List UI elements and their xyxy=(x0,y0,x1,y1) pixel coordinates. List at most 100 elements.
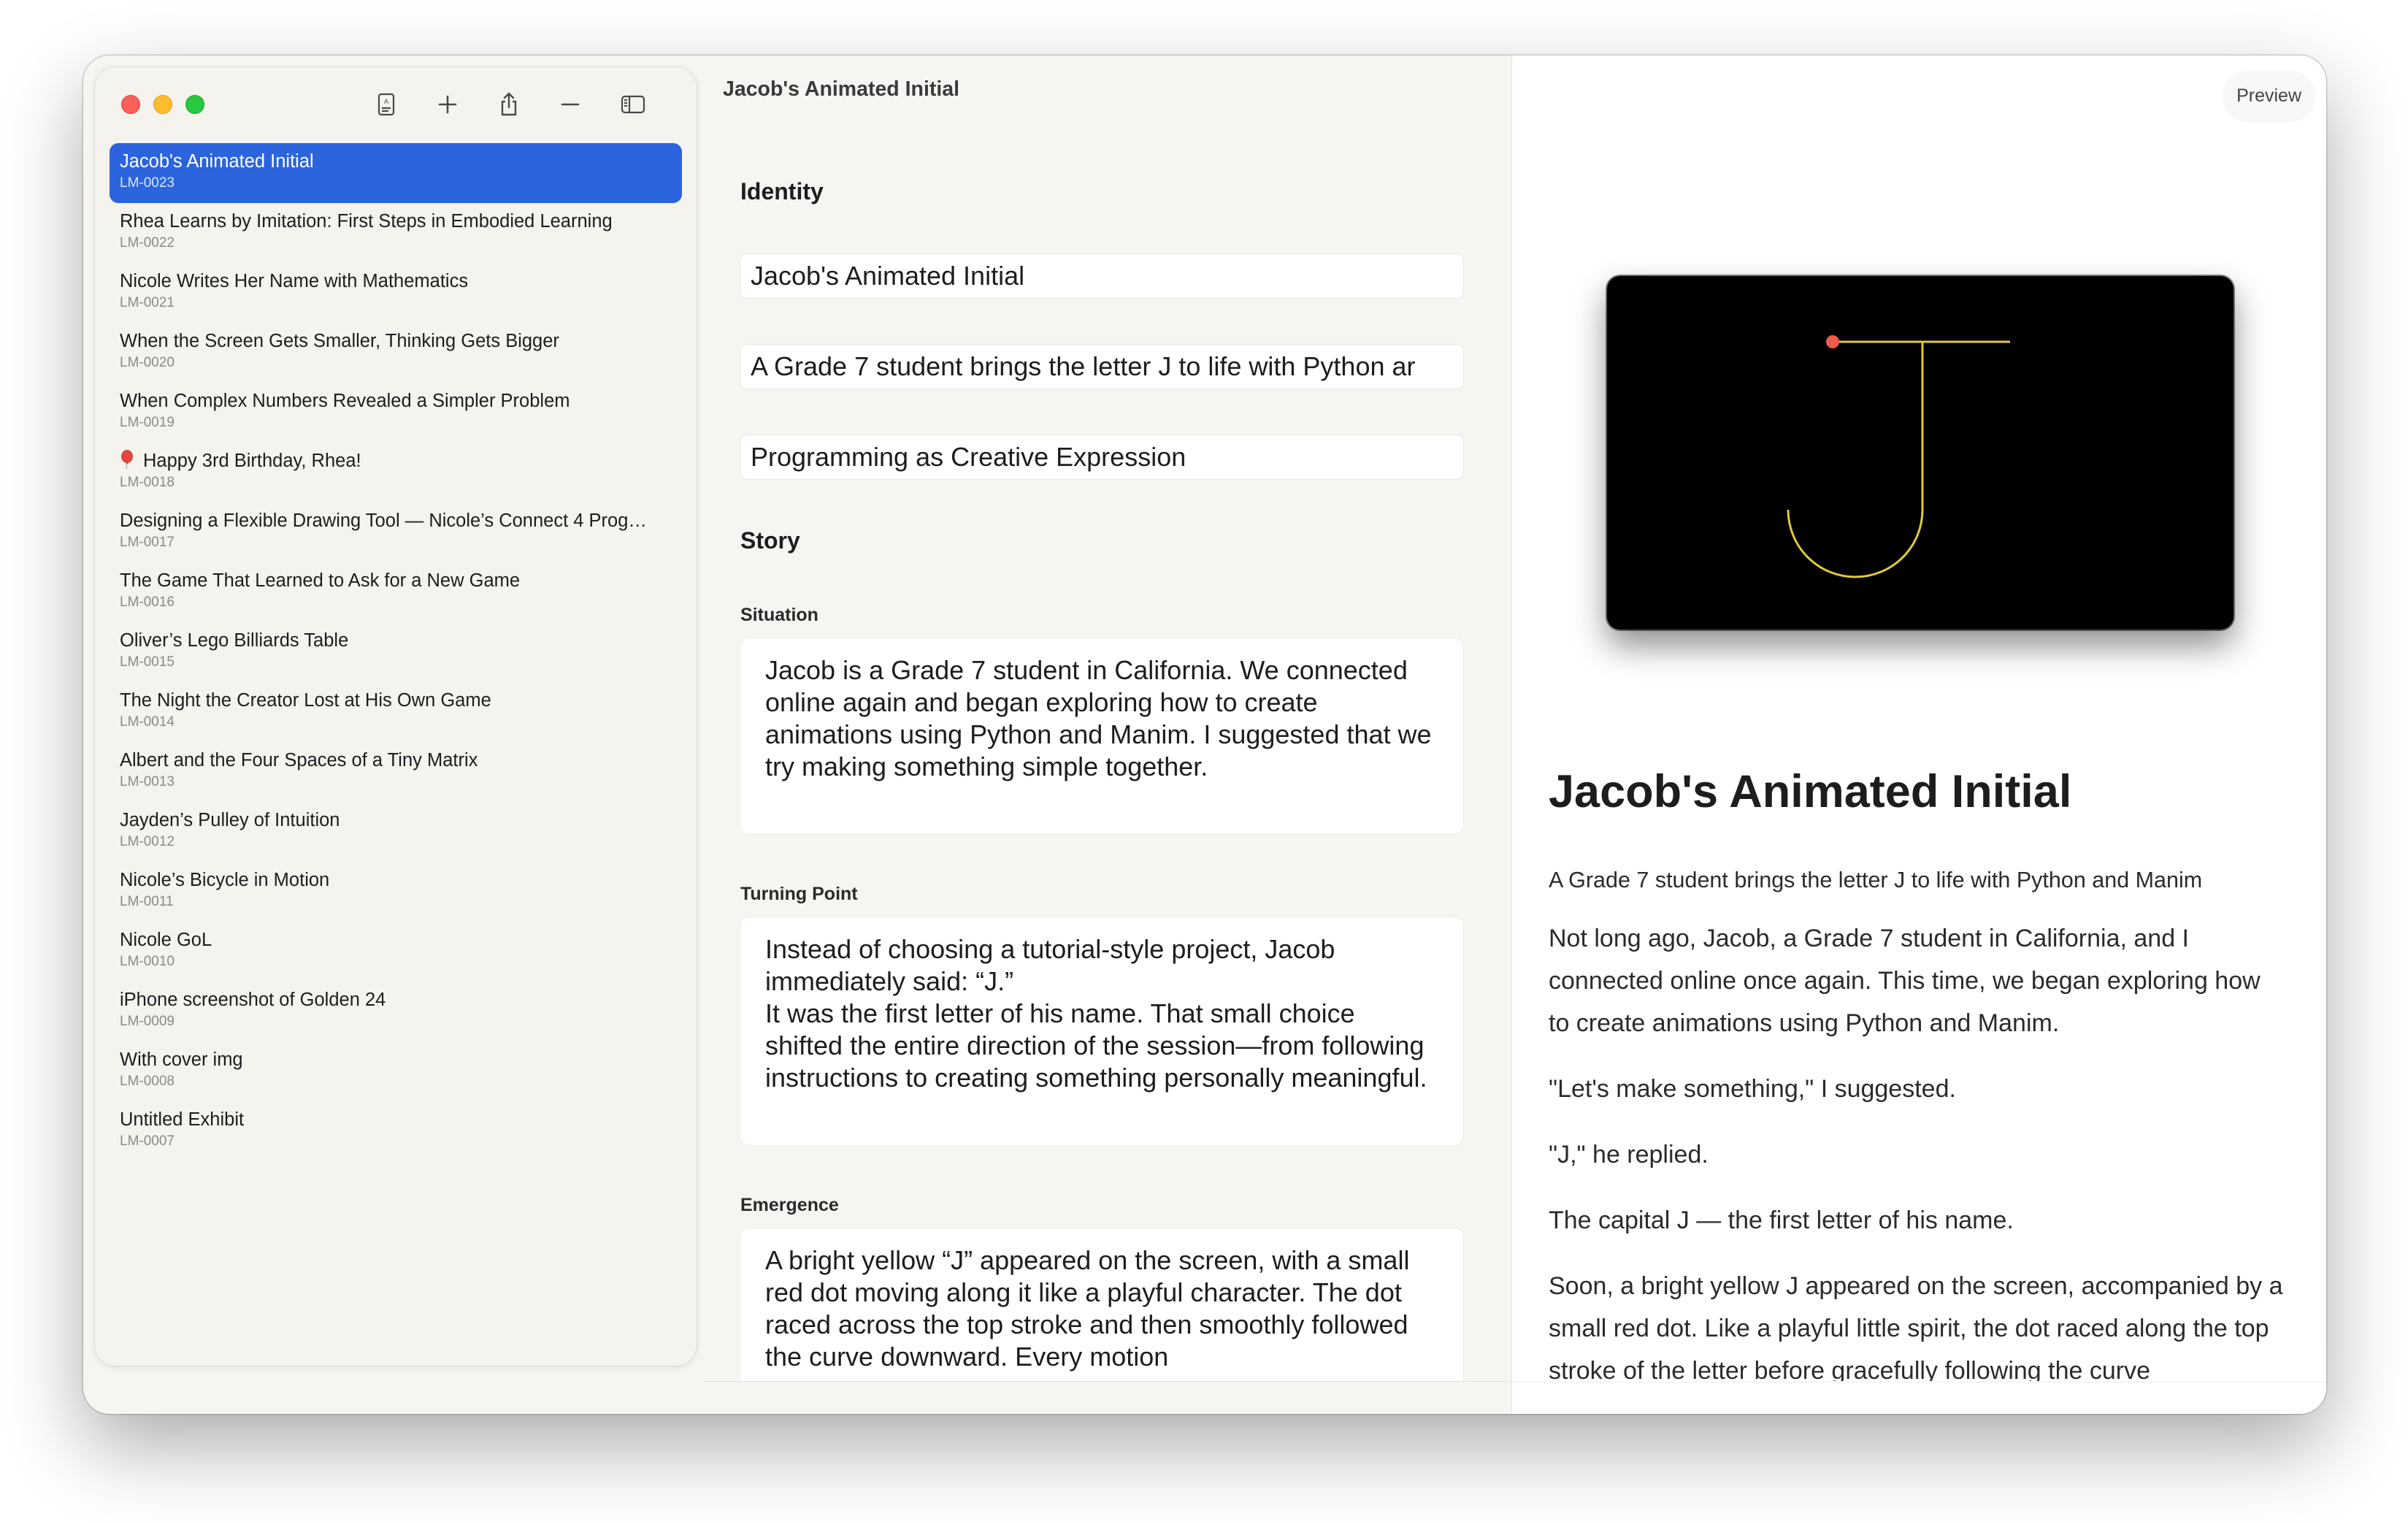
preview-pane: Preview Jacob's Animated Initial A Grade… xyxy=(1511,56,2326,1414)
sidebar-item-label: Oliver’s Lego Billiards Table xyxy=(120,630,349,651)
sidebar-item-label: Nicole Writes Her Name with Mathematics xyxy=(120,271,469,291)
sidebar-toggle-icon[interactable] xyxy=(615,86,651,123)
sidebar-item[interactable]: Untitled Exhibit LM-0007 xyxy=(110,1101,682,1161)
sidebar-item-code: LM-0010 xyxy=(120,954,175,969)
sidebar-item-label: Jayden’s Pulley of Intuition xyxy=(120,810,340,830)
letter-j-stroke xyxy=(1787,340,2010,578)
sidebar-item[interactable]: iPhone screenshot of Golden 24 LM-0009 xyxy=(110,982,682,1041)
sidebar-item[interactable]: When the Screen Gets Smaller, Thinking G… xyxy=(110,323,682,383)
subtitle-field[interactable]: A Grade 7 student brings the letter J to… xyxy=(740,345,1463,389)
situation-label: Situation xyxy=(740,605,818,625)
sidebar: A Jacob's Animated Initial LM-0023 Rhea … xyxy=(95,67,697,1366)
minus-icon[interactable] xyxy=(552,86,588,123)
plus-icon[interactable] xyxy=(429,86,466,123)
sidebar-item[interactable]: With cover img LM-0008 xyxy=(110,1041,682,1101)
turning-point-textarea[interactable]: Instead of choosing a tutorial-style pro… xyxy=(740,917,1463,1145)
sidebar-item-code: LM-0023 xyxy=(120,175,175,191)
theme-field[interactable]: Programming as Creative Expression xyxy=(740,435,1463,479)
sidebar-item-title: When the Screen Gets Smaller, Thinking G… xyxy=(120,329,672,353)
preview-title: Jacob's Animated Initial xyxy=(1549,766,2072,817)
preview-paragraph: The capital J — the first letter of his … xyxy=(1549,1206,2014,1234)
editor-pane: Jacob's Animated Initial Identity Jacob'… xyxy=(704,56,1592,1414)
share-icon[interactable] xyxy=(491,86,527,123)
letter-j-animation xyxy=(1787,335,2010,578)
sidebar-item-label: The Game That Learned to Ask for a New G… xyxy=(120,570,521,591)
sidebar-item-title: Albert and the Four Spaces of a Tiny Mat… xyxy=(120,748,672,773)
identity-heading: Identity xyxy=(740,178,824,204)
sidebar-item-label: iPhone screenshot of Golden 24 xyxy=(120,990,386,1010)
exhibit-list: Jacob's Animated Initial LM-0023 Rhea Lear… xyxy=(110,143,682,1161)
sidebar-item-label: Jacob's Animated Initial xyxy=(120,151,314,172)
sidebar-item-code: LM-0009 xyxy=(120,1014,175,1029)
sidebar-item-code: LM-0015 xyxy=(120,654,175,670)
sidebar-item[interactable]: Jacob's Animated Initial LM-0023 xyxy=(110,143,682,203)
title-field[interactable]: Jacob's Animated Initial xyxy=(740,254,1463,298)
preview-body: Not long ago, Jacob, a Grade 7 student i… xyxy=(1549,917,2286,1381)
situation-textarea[interactable]: Jacob is a Grade 7 student in California… xyxy=(740,638,1463,834)
text-format-icon[interactable]: A xyxy=(368,86,404,123)
sidebar-item[interactable]: Albert and the Four Spaces of a Tiny Mat… xyxy=(110,742,682,802)
sidebar-item-title: Nicole Writes Her Name with Mathematics xyxy=(120,269,672,294)
story-heading: Story xyxy=(740,527,800,554)
minimize-window-button[interactable] xyxy=(153,95,172,114)
sidebar-item-title: Untitled Exhibit xyxy=(120,1107,672,1132)
sidebar-item[interactable]: Rhea Learns by Imitation: First Steps in… xyxy=(110,203,682,263)
preview-paragraph: "Let's make something," I suggested. xyxy=(1549,1075,1956,1103)
sidebar-item[interactable]: Nicole GoL LM-0010 xyxy=(110,922,682,982)
sidebar-item-code: LM-0020 xyxy=(120,355,175,370)
sidebar-item-title: Rhea Learns by Imitation: First Steps in… xyxy=(120,209,672,234)
sidebar-item-code: LM-0018 xyxy=(120,475,175,490)
sidebar-item-title: With cover img xyxy=(120,1047,672,1072)
sidebar-item[interactable]: The Night the Creator Lost at His Own Ga… xyxy=(110,682,682,742)
sidebar-item-title: Oliver’s Lego Billiards Table xyxy=(120,628,672,653)
sidebar-item-label: When Complex Numbers Revealed a Simpler … xyxy=(120,391,570,411)
preview-paragraph: "J," he replied. xyxy=(1549,1141,1709,1169)
sidebar-item-title: The Night the Creator Lost at His Own Ga… xyxy=(120,688,672,713)
sidebar-item-code: LM-0008 xyxy=(120,1074,175,1089)
sidebar-item-title: Happy 3rd Birthday, Rhea! xyxy=(120,448,672,473)
preview-bottom-bar xyxy=(1512,1382,2326,1414)
sidebar-item[interactable]: Happy 3rd Birthday, Rhea! LM-0018 xyxy=(110,443,682,502)
sidebar-item-code: LM-0022 xyxy=(120,235,175,251)
sidebar-item-code: LM-0016 xyxy=(120,594,175,610)
svg-text:A: A xyxy=(384,98,388,105)
sidebar-item-label: Designing a Flexible Drawing Tool — Nico… xyxy=(120,510,647,531)
preview-subtitle: A Grade 7 student brings the letter J to… xyxy=(1549,868,2203,892)
sidebar-item-label: Nicole’s Bicycle in Motion xyxy=(120,870,330,890)
sidebar-item-code: LM-0014 xyxy=(120,714,175,730)
close-window-button[interactable] xyxy=(121,95,140,114)
preview-button[interactable]: Preview xyxy=(2223,72,2315,120)
sidebar-item-label: Rhea Learns by Imitation: First Steps in… xyxy=(120,211,613,232)
sidebar-item-label: Untitled Exhibit xyxy=(120,1109,245,1130)
sidebar-item-label: Albert and the Four Spaces of a Tiny Mat… xyxy=(120,750,478,770)
editor-title: Jacob's Animated Initial xyxy=(723,77,960,101)
sidebar-item-label: Nicole GoL xyxy=(120,930,212,950)
sidebar-item[interactable]: Jayden’s Pulley of Intuition LM-0012 xyxy=(110,802,682,862)
preview-paragraph: Soon, a bright yellow J appeared on the … xyxy=(1549,1272,2283,1381)
zoom-window-button[interactable] xyxy=(185,95,204,114)
sidebar-item-label: With cover img xyxy=(120,1049,243,1070)
sidebar-item-title: iPhone screenshot of Golden 24 xyxy=(120,987,672,1012)
sidebar-item[interactable]: The Game That Learned to Ask for a New G… xyxy=(110,562,682,622)
sidebar-item[interactable]: Nicole Writes Her Name with Mathematics L… xyxy=(110,263,682,323)
sidebar-item-title: Designing a Flexible Drawing Tool — Nico… xyxy=(120,508,672,533)
preview-paragraph: Not long ago, Jacob, a Grade 7 student i… xyxy=(1549,925,2261,1037)
sidebar-item-label: Happy 3rd Birthday, Rhea! xyxy=(143,451,361,471)
sidebar-item-code: LM-0013 xyxy=(120,774,175,789)
sidebar-item[interactable]: Nicole’s Bicycle in Motion LM-0011 xyxy=(110,862,682,922)
sidebar-item-label: The Night the Creator Lost at His Own Ga… xyxy=(120,690,491,711)
sidebar-item[interactable]: When Complex Numbers Revealed a Simpler … xyxy=(110,383,682,443)
sidebar-item-code: LM-0021 xyxy=(120,295,175,310)
sidebar-item-title: When Complex Numbers Revealed a Simpler … xyxy=(120,389,672,413)
turning-point-label: Turning Point xyxy=(740,884,858,904)
sidebar-item-title: Nicole GoL xyxy=(120,928,672,952)
sidebar-item-code: LM-0019 xyxy=(120,415,175,430)
balloon-icon xyxy=(120,450,134,470)
animation-preview-video[interactable] xyxy=(1607,276,2233,630)
red-dot xyxy=(1826,335,1839,348)
sidebar-item[interactable]: Oliver’s Lego Billiards Table LM-0015 xyxy=(110,622,682,682)
app-window: A Jacob's Animated Initial LM-0023 Rhea … xyxy=(83,56,2326,1414)
sidebar-item-title: Nicole’s Bicycle in Motion xyxy=(120,868,672,892)
sidebar-item-code: LM-0012 xyxy=(120,834,175,849)
sidebar-item[interactable]: Designing a Flexible Drawing Tool — Nico… xyxy=(110,502,682,562)
